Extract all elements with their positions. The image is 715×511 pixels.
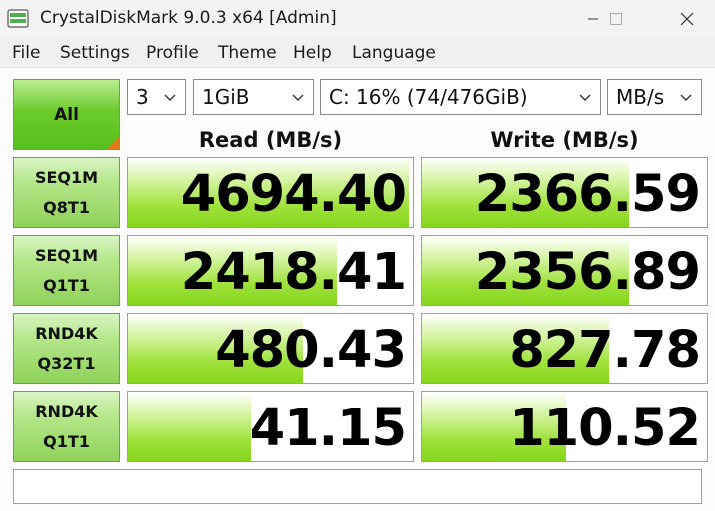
corner-marker [107,137,119,149]
test-params: Q32T1 [37,353,96,373]
read-result-seq1m-q1t1: 2418.41 [127,235,414,306]
close-icon [680,12,694,25]
test-name: SEQ1M [34,245,99,265]
unit-select[interactable]: MB/s [607,79,702,115]
maximize-icon [610,12,622,25]
menu-language[interactable]: Language [352,43,436,63]
write-result-seq1m-q8t1: 2366.59 [421,157,708,228]
menu-profile[interactable]: Profile [146,43,199,63]
test-params: Q1T1 [43,275,90,295]
test-button-rnd4k-q1t1[interactable]: RND4K Q1T1 [13,391,120,462]
result-value: 4694.40 [180,165,407,224]
write-result-seq1m-q1t1: 2356.89 [421,235,708,306]
result-value: 827.78 [509,321,701,380]
result-bar [128,392,252,461]
test-name: RND4K [35,401,98,421]
window-title: CrystalDiskMark 9.0.3 x64 [Admin] [40,8,337,28]
menu-file[interactable]: File [12,43,40,63]
app-icon [7,8,29,29]
read-result-rnd4k-q1t1: 41.15 [127,391,414,462]
write-result-rnd4k-q32t1: 827.78 [421,313,708,384]
test-size-value: 1GiB [202,85,250,109]
test-params: Q8T1 [43,197,90,217]
chevron-down-icon [579,94,591,101]
all-button[interactable]: All [13,79,120,150]
comment-field[interactable] [13,469,702,504]
test-params: Q1T1 [43,431,90,451]
read-result-rnd4k-q32t1: 480.43 [127,313,414,384]
chevron-down-icon [680,94,692,101]
test-button-seq1m-q8t1[interactable]: SEQ1M Q8T1 [13,157,120,228]
test-button-seq1m-q1t1[interactable]: SEQ1M Q1T1 [13,235,120,306]
test-count-select[interactable]: 3 [127,79,186,115]
result-value: 110.52 [509,399,701,458]
close-button[interactable] [664,0,710,37]
write-result-rnd4k-q1t1: 110.52 [421,391,708,462]
test-button-rnd4k-q32t1[interactable]: RND4K Q32T1 [13,313,120,384]
result-value: 480.43 [215,321,407,380]
chevron-down-icon [292,94,304,101]
menu-settings[interactable]: Settings [60,43,130,63]
title-bar: CrystalDiskMark 9.0.3 x64 [Admin] [0,0,715,37]
test-name: SEQ1M [34,167,99,187]
write-header: Write (MB/s) [490,128,639,152]
read-header: Read (MB/s) [198,128,343,152]
result-value: 2418.41 [180,243,407,302]
result-value: 2356.89 [474,243,701,302]
menu-bar: File Settings Profile Theme Help Languag… [0,37,715,68]
test-count-value: 3 [136,85,149,109]
result-value: 41.15 [249,399,407,458]
read-result-seq1m-q8t1: 4694.40 [127,157,414,228]
chevron-down-icon [164,94,176,101]
drive-select[interactable]: C: 16% (74/476GiB) [320,79,601,115]
menu-help[interactable]: Help [293,43,332,63]
test-name: RND4K [35,323,98,343]
drive-value: C: 16% (74/476GiB) [329,85,528,109]
unit-value: MB/s [616,85,665,109]
menu-theme[interactable]: Theme [218,43,277,63]
result-value: 2366.59 [474,165,701,224]
maximize-button[interactable] [593,0,639,37]
test-size-select[interactable]: 1GiB [193,79,314,115]
all-button-label: All [54,104,79,125]
